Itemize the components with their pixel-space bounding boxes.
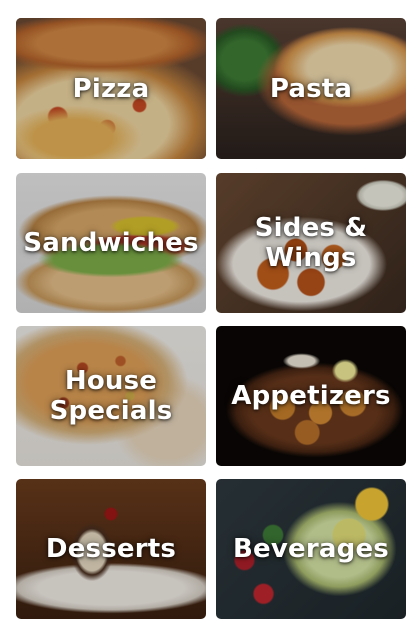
category-tile-appetizers[interactable]: Appetizers xyxy=(216,326,406,466)
category-label: Sandwiches xyxy=(23,228,199,258)
category-tile-sandwiches[interactable]: Sandwiches xyxy=(16,173,206,313)
category-label: Pasta xyxy=(269,73,353,104)
category-tile-desserts[interactable]: Desserts xyxy=(16,479,206,619)
category-grid: Pizza Pasta Sandwiches Sides & Wings Hou… xyxy=(0,0,418,640)
category-tile-house-specials[interactable]: House Specials xyxy=(16,326,206,466)
category-tile-pizza[interactable]: Pizza xyxy=(16,18,206,159)
category-tile-beverages[interactable]: Beverages xyxy=(216,479,406,619)
category-label: Desserts xyxy=(45,534,177,564)
category-label: Sides & Wings xyxy=(254,213,368,273)
category-label: House Specials xyxy=(49,366,173,426)
category-label: Beverages xyxy=(233,534,389,564)
category-label: Appetizers xyxy=(231,381,391,411)
category-label: Pizza xyxy=(72,73,150,104)
category-tile-sides-wings[interactable]: Sides & Wings xyxy=(216,173,406,313)
category-tile-pasta[interactable]: Pasta xyxy=(216,18,406,159)
